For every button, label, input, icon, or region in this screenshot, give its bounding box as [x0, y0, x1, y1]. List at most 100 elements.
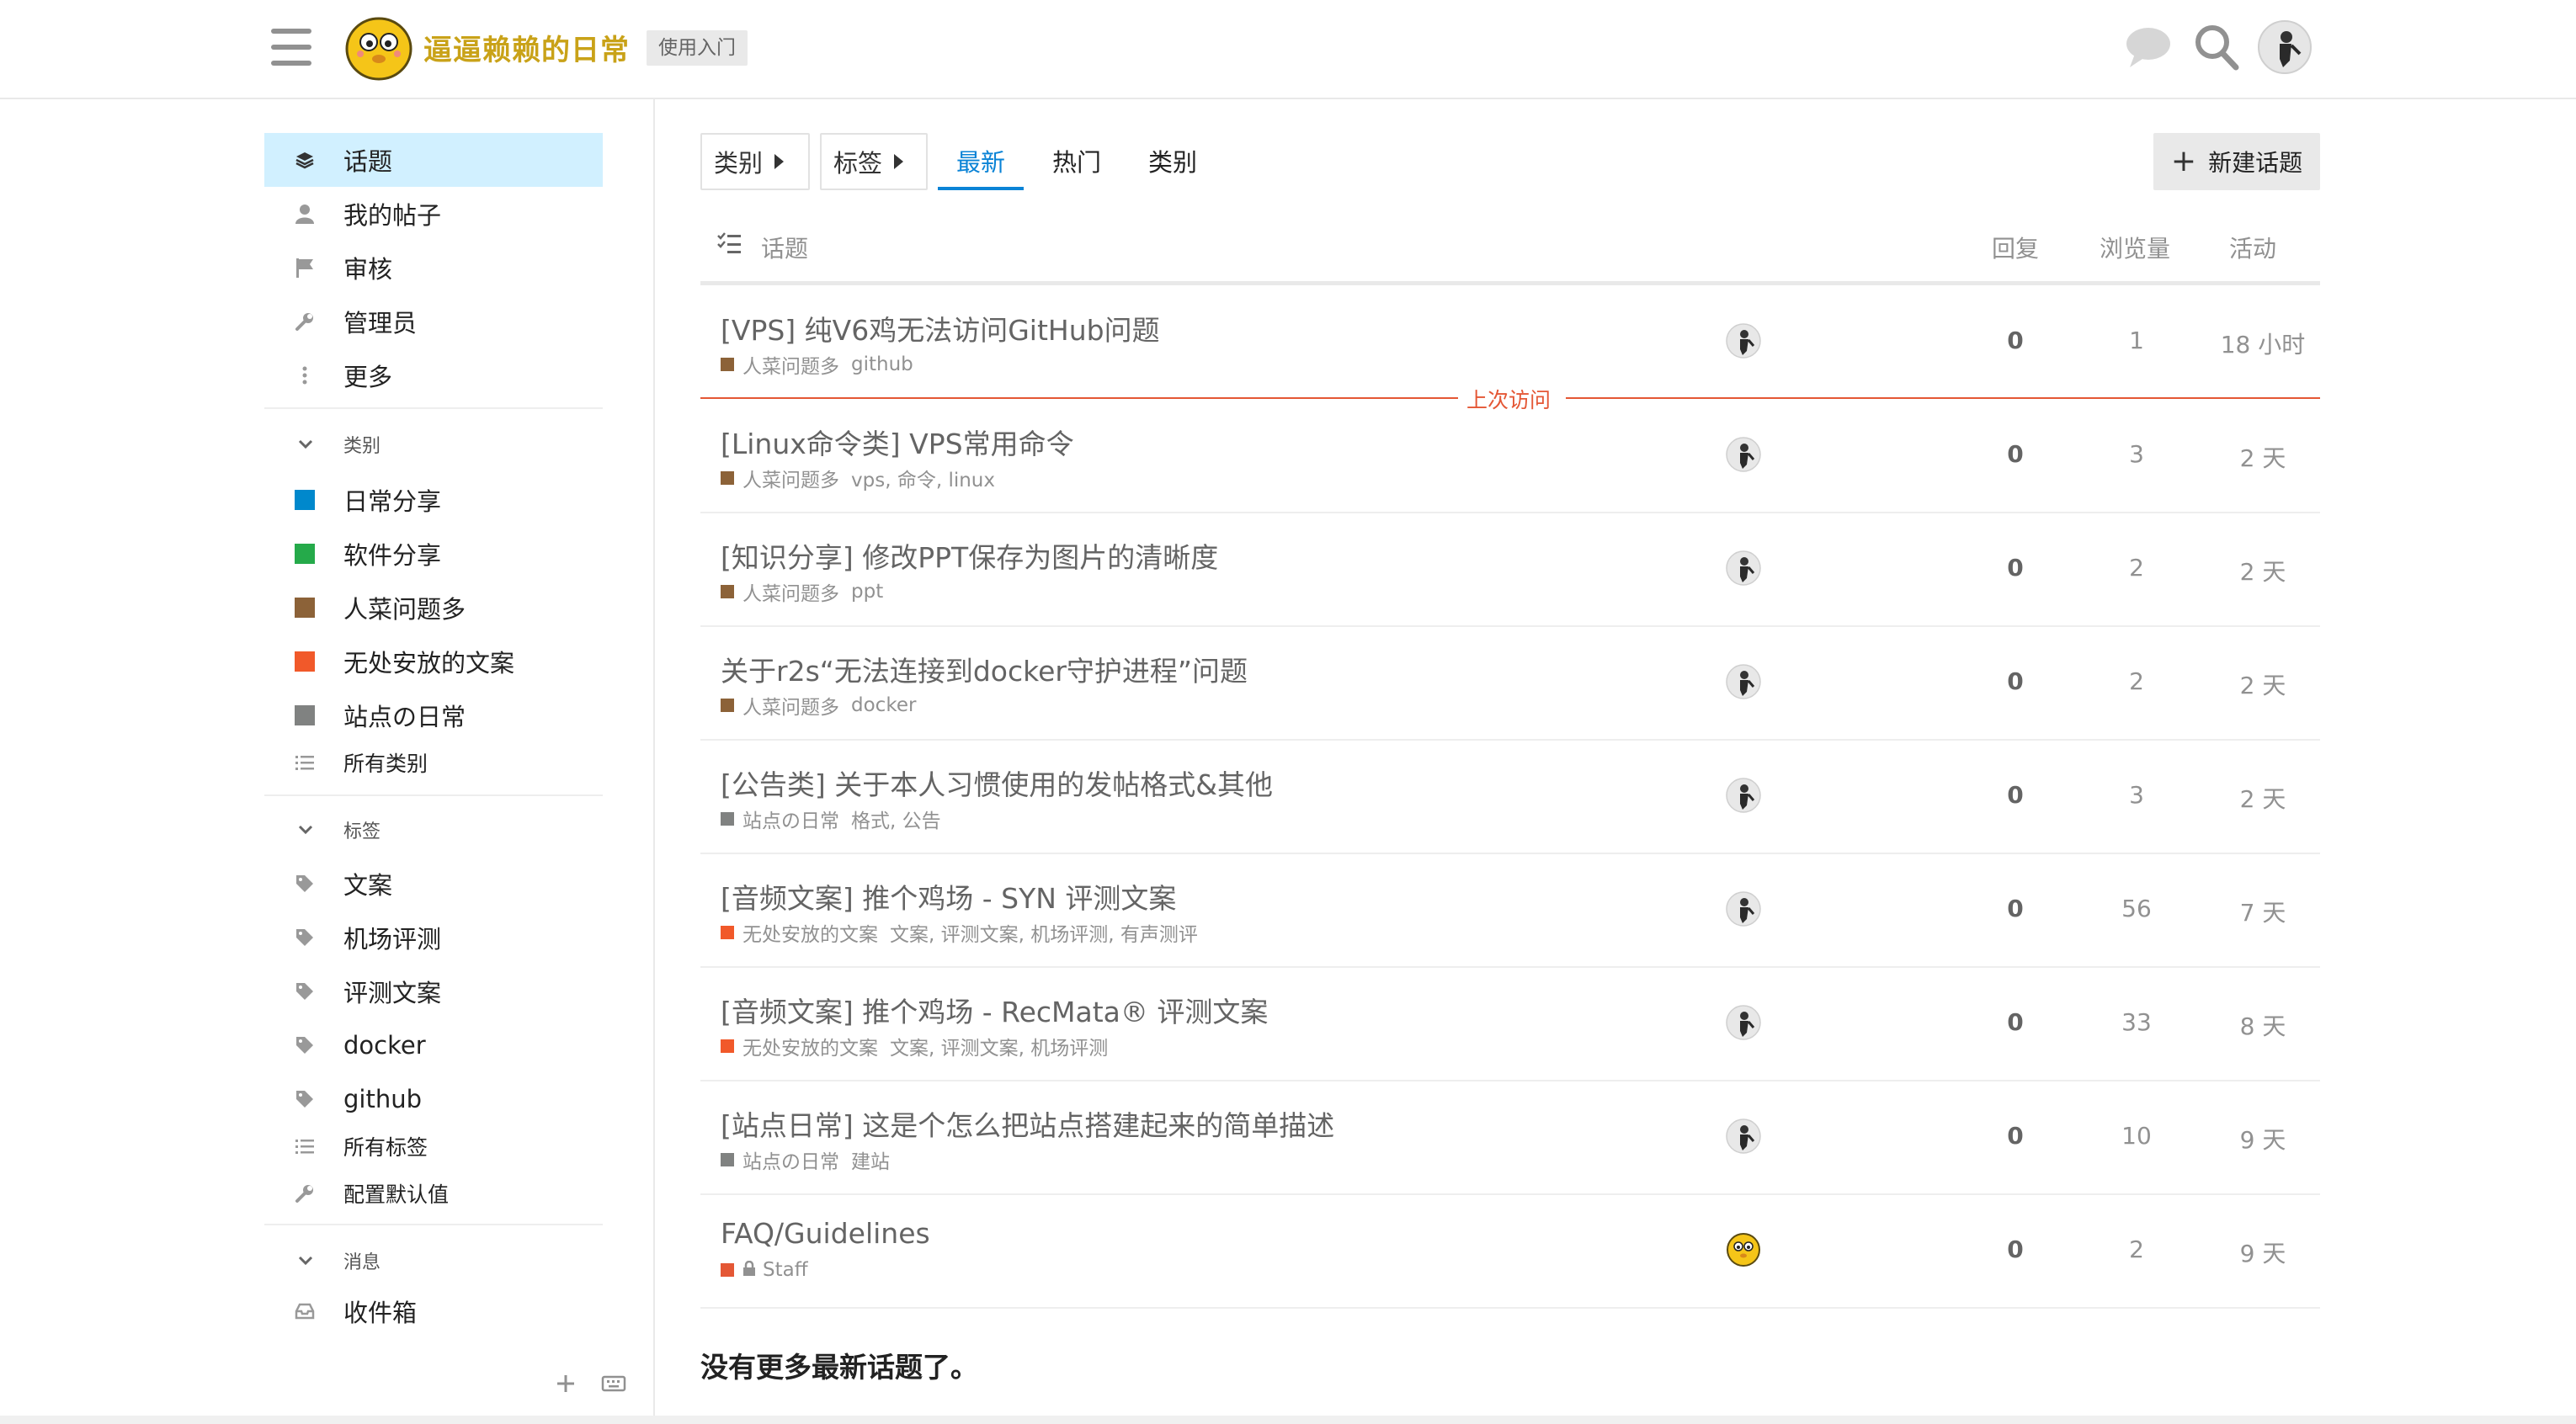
tags-dropdown[interactable]: 标签 [820, 133, 928, 190]
topic-row[interactable]: [知识分享] 修改PPT保存为图片的清晰度 人菜问题多 ppt 0 2 2 天 [700, 512, 2320, 627]
topic-category-link[interactable]: 站点の日常 [742, 1145, 839, 1174]
topic-category-link[interactable]: 人菜问题多 [742, 464, 839, 492]
sidebar-item-my-posts[interactable]: 我的帖子 [264, 187, 603, 241]
topic-title-link[interactable]: [站点日常] 这是个怎么把站点搭建起来的简单描述 [721, 1103, 1334, 1144]
topic-row[interactable]: [音频文案] 推个鸡场 - SYN 评测文案 无处安放的文案 文案, 评测文案, 机… [700, 853, 2320, 968]
topic-category-link[interactable]: 人菜问题多 [742, 350, 839, 379]
bulk-select-icon[interactable] [717, 232, 741, 260]
topic-category-link[interactable]: 无处安放的文案 [742, 1032, 878, 1060]
sidebar-item-review[interactable]: 审核 [264, 241, 603, 295]
tab-categories[interactable]: 类别 [1148, 143, 1197, 178]
sidebar-tag-docker[interactable]: docker [264, 1018, 603, 1072]
topic-views: 2 [2129, 1235, 2144, 1263]
poster-avatar[interactable] [1726, 550, 1761, 586]
user-avatar[interactable] [2258, 20, 2312, 74]
sidebar-section-tags[interactable]: 标签 [264, 806, 603, 853]
topic-activity[interactable]: 2 天 [2204, 781, 2322, 815]
topic-tags[interactable]: vps, 命令, linux [851, 464, 995, 492]
sidebar-all-categories[interactable]: 所有类别 [264, 739, 603, 786]
add-section-icon[interactable] [552, 1370, 579, 1397]
sidebar-section-messages[interactable]: 消息 [264, 1237, 603, 1284]
topic-activity[interactable]: 18 小时 [2204, 327, 2322, 360]
topic-row[interactable]: [音频文案] 推个鸡场 - RecMata® 评测文案 无处安放的文案 文案, 评测… [700, 966, 2320, 1081]
poster-avatar[interactable] [1726, 664, 1761, 699]
topic-category-link[interactable]: 无处安放的文案 [742, 918, 878, 947]
dropdown-label: 类别 [714, 149, 764, 178]
topic-row[interactable]: 关于r2s“无法连接到docker守护进程”问题 人菜问题多 docker 0 2 2 天 [700, 625, 2320, 741]
getting-started-tag[interactable]: 使用入门 [647, 30, 748, 66]
tab-top[interactable]: 热门 [1052, 143, 1101, 178]
topic-row[interactable]: [VPS] 纯V6鸡无法访问GitHub问题 人菜问题多 github 0 1 18 小时 [700, 284, 2320, 398]
search-icon[interactable] [2194, 24, 2239, 71]
poster-avatar[interactable] [1726, 323, 1761, 359]
topic-row[interactable]: [公告类] 关于本人习惯使用的发帖格式&其他 站点の日常 格式, 公告 0 3 2 天 [700, 739, 2320, 854]
sidebar-inbox[interactable]: 收件箱 [264, 1284, 603, 1338]
sidebar-category-copywriting[interactable]: 无处安放的文案 [264, 635, 603, 688]
topic-title-link[interactable]: 关于r2s“无法连接到docker守护进程”问题 [721, 649, 1248, 689]
list-icon [293, 1134, 317, 1158]
topic-activity[interactable]: 8 天 [2204, 1008, 2322, 1042]
topic-tags[interactable]: 文案, 评测文案, 机场评测 [890, 1032, 1108, 1060]
topic-row[interactable]: FAQ/Guidelines Staff 0 2 9 天 [700, 1193, 2320, 1309]
column-header-activity[interactable]: 活动 [2229, 231, 2276, 264]
topic-title-link[interactable]: FAQ/Guidelines [721, 1217, 930, 1250]
site-title[interactable]: 逼逼赖赖的日常 [423, 27, 630, 68]
poster-avatar[interactable] [1726, 891, 1761, 927]
chat-icon[interactable] [2125, 25, 2172, 69]
sidebar-configure-defaults[interactable]: 配置默认值 [264, 1170, 603, 1217]
poster-avatar[interactable] [1726, 1118, 1761, 1154]
topic-title-link[interactable]: [公告类] 关于本人习惯使用的发帖格式&其他 [721, 762, 1273, 803]
sidebar-category-newbie-questions[interactable]: 人菜问题多 [264, 581, 603, 635]
topic-row[interactable]: [Linux命令类] VPS常用命令 人菜问题多 vps, 命令, linux 0 3 2… [700, 398, 2320, 513]
column-header-replies[interactable]: 回复 [1992, 231, 2039, 264]
sidebar-all-tags[interactable]: 所有标签 [264, 1123, 603, 1170]
topic-tags[interactable]: docker [851, 694, 916, 716]
topic-tags[interactable]: github [851, 353, 913, 375]
sidebar-category-site-daily[interactable]: 站点の日常 [264, 688, 603, 742]
site-logo[interactable] [343, 13, 414, 82]
column-header-views[interactable]: 浏览量 [2100, 231, 2170, 264]
sidebar-section-categories[interactable]: 类别 [264, 421, 603, 468]
column-header-topic[interactable]: 话题 [761, 231, 808, 264]
topic-title-link[interactable]: [知识分享] 修改PPT保存为图片的清晰度 [721, 535, 1218, 576]
topic-activity[interactable]: 2 天 [2204, 440, 2322, 474]
sidebar-item-admin[interactable]: 管理员 [264, 295, 603, 348]
topic-activity[interactable]: 2 天 [2204, 554, 2322, 587]
topic-activity[interactable]: 9 天 [2204, 1235, 2322, 1269]
topic-activity[interactable]: 9 天 [2204, 1122, 2322, 1156]
hamburger-menu-icon[interactable] [271, 29, 311, 66]
sidebar-item-more[interactable]: 更多 [264, 348, 603, 402]
tab-latest[interactable]: 最新 [956, 143, 1005, 178]
topic-activity[interactable]: 7 天 [2204, 895, 2322, 928]
sidebar-item-label: docker [343, 1031, 426, 1060]
topic-tags[interactable]: 建站 [851, 1145, 890, 1174]
poster-avatar[interactable] [1726, 437, 1761, 472]
sidebar-item-topics[interactable]: 话题 [264, 133, 603, 187]
poster-avatar[interactable] [1726, 1005, 1761, 1040]
sidebar-tag-wenan[interactable]: 文案 [264, 857, 603, 911]
topic-row[interactable]: [站点日常] 这是个怎么把站点搭建起来的简单描述 站点の日常 建站 0 10 9 天 [700, 1080, 2320, 1195]
topic-views: 3 [2129, 440, 2144, 468]
topic-title-link[interactable]: [VPS] 纯V6鸡无法访问GitHub问题 [721, 308, 1160, 348]
topic-category-link[interactable]: 人菜问题多 [742, 577, 839, 606]
sidebar-tag-review-copy[interactable]: 评测文案 [264, 964, 603, 1018]
sidebar-category-daily-share[interactable]: 日常分享 [264, 473, 603, 527]
topic-title-link[interactable]: [音频文案] 推个鸡场 - RecMata® 评测文案 [721, 990, 1268, 1030]
topic-category-link[interactable]: 站点の日常 [742, 805, 839, 833]
new-topic-button[interactable]: + 新建话题 [2153, 133, 2320, 190]
categories-dropdown[interactable]: 类别 [700, 133, 810, 190]
topic-tags[interactable]: 格式, 公告 [851, 805, 941, 833]
poster-avatar[interactable] [1726, 778, 1761, 813]
topic-category-link[interactable]: 人菜问题多 [742, 691, 839, 720]
sidebar-tag-airport-review[interactable]: 机场评测 [264, 911, 603, 964]
sidebar-tag-github[interactable]: github [264, 1072, 603, 1126]
sidebar-category-software-share[interactable]: 软件分享 [264, 527, 603, 581]
poster-avatar[interactable] [1726, 1232, 1761, 1267]
topic-title-link[interactable]: [音频文案] 推个鸡场 - SYN 评测文案 [721, 876, 1176, 917]
topic-category-link[interactable]: Staff [763, 1259, 808, 1281]
topic-tags[interactable]: 文案, 评测文案, 机场评测, 有声测评 [890, 918, 1198, 947]
topic-title-link[interactable]: [Linux命令类] VPS常用命令 [721, 422, 1074, 462]
topic-tags[interactable]: ppt [851, 581, 883, 603]
keyboard-shortcuts-icon[interactable] [601, 1372, 626, 1395]
topic-activity[interactable]: 2 天 [2204, 667, 2322, 701]
